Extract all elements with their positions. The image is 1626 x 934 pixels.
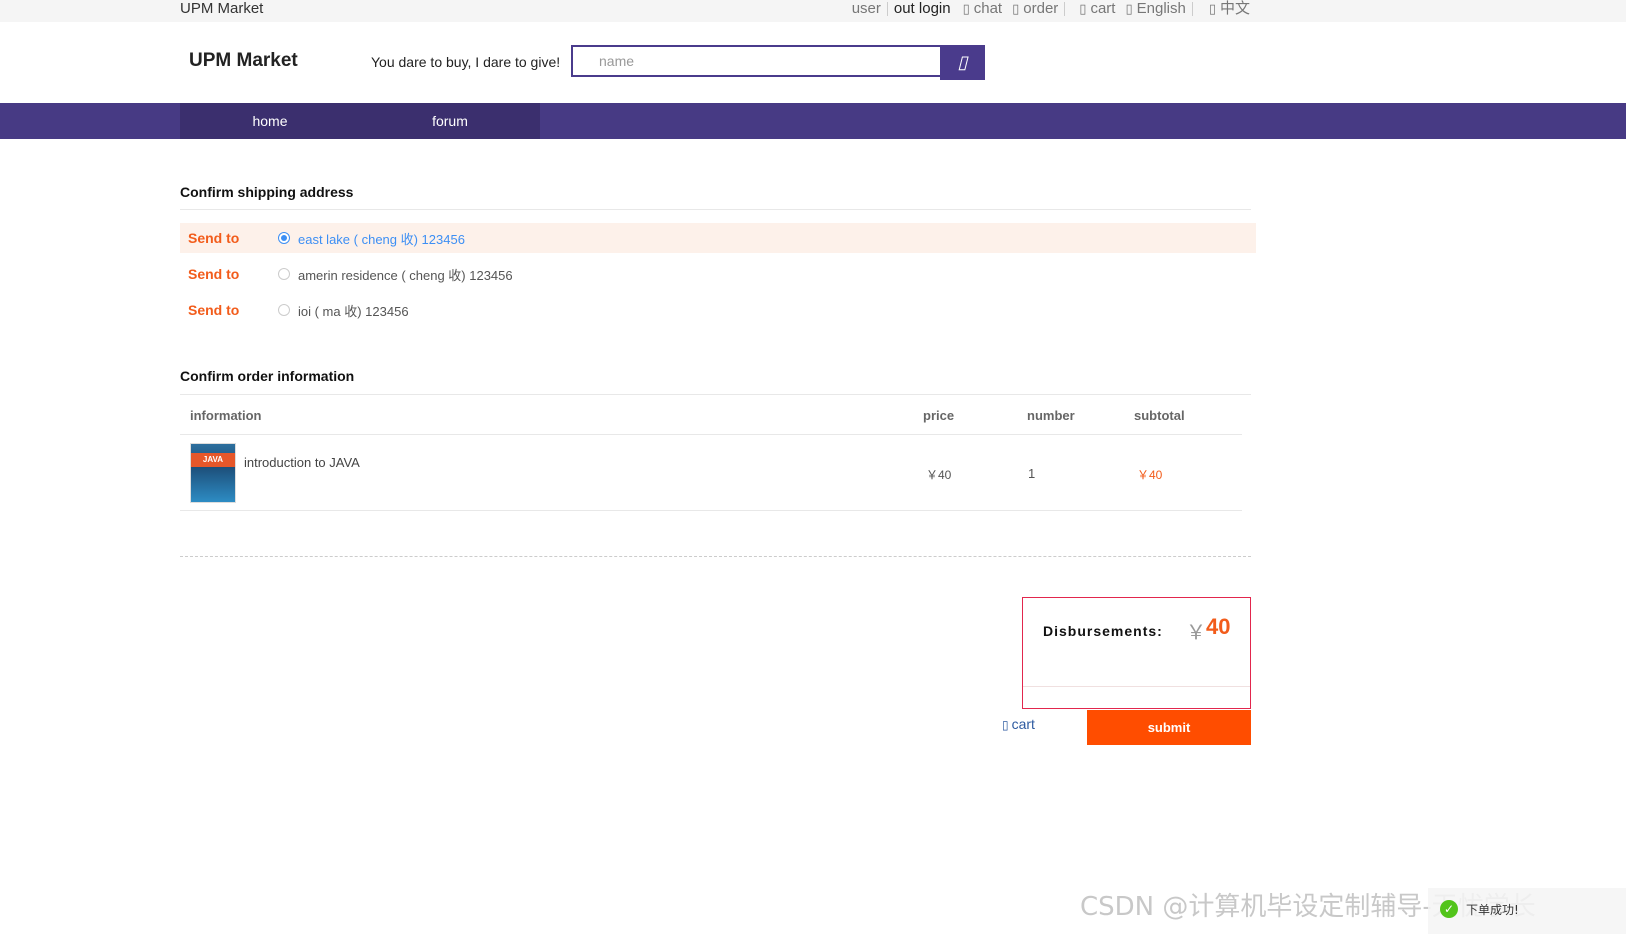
product-cover-title: JAVA: [191, 453, 235, 467]
address-radio[interactable]: [278, 232, 290, 244]
chat-icon: ▯: [962, 1, 970, 16]
cart-icon: ▯: [1002, 718, 1009, 732]
divider: [886, 2, 888, 16]
currency-symbol: ￥: [1186, 622, 1206, 644]
main-nav: home forum: [0, 103, 1626, 139]
chat-link[interactable]: chat: [974, 0, 1002, 18]
address-option[interactable]: Send to east lake ( cheng 收) 123456: [180, 223, 1256, 253]
product-image[interactable]: JAVA: [190, 443, 236, 503]
order-icon: ▯: [1012, 1, 1020, 16]
address-text: amerin residence ( cheng 收) 123456: [298, 267, 513, 283]
send-to-label: Send to: [188, 266, 240, 282]
product-quantity: 1: [1028, 466, 1036, 481]
header: UPM Market You dare to buy, I dare to gi…: [0, 22, 1626, 103]
column-header-price: price: [923, 408, 955, 423]
nav-item-forum[interactable]: forum: [360, 103, 540, 139]
back-to-cart-label: cart: [1011, 716, 1035, 732]
send-to-label: Send to: [188, 302, 240, 318]
nav-item-home[interactable]: home: [180, 103, 360, 139]
search-input[interactable]: [571, 45, 941, 77]
cart-link[interactable]: cart: [1090, 0, 1115, 18]
address-option[interactable]: Send to amerin residence ( cheng 收) 1234…: [180, 259, 1256, 289]
product-name[interactable]: introduction to JAVA: [244, 455, 360, 470]
total-amount: 40: [1206, 614, 1231, 639]
divider: [1064, 2, 1066, 16]
logout-link[interactable]: out login: [894, 0, 951, 18]
column-header-number: number: [1027, 408, 1075, 423]
language-icon: ▯: [1208, 1, 1216, 16]
divider: [180, 209, 1251, 210]
top-bar: UPM Market user out login ▯ chat ▯ order…: [0, 0, 1626, 22]
disbursements-label: Disbursements:: [1043, 623, 1163, 639]
payment-summary: Disbursements: ￥ 40: [1022, 597, 1251, 709]
top-site-name: UPM Market: [180, 0, 264, 17]
column-header-subtotal: subtotal: [1134, 408, 1185, 423]
send-to-label: Send to: [188, 230, 240, 246]
top-links: user out login ▯ chat ▯ order ▯ cart ▯ E…: [852, 0, 1250, 18]
order-section-title: Confirm order information: [180, 368, 355, 384]
product-subtotal: ￥40: [1137, 468, 1163, 482]
slogan: You dare to buy, I dare to give!: [371, 54, 561, 70]
address-option[interactable]: Send to ioi ( ma 收) 123456: [180, 295, 1256, 325]
address-radio[interactable]: [278, 304, 290, 316]
divider: [180, 434, 1242, 435]
column-header-information: information: [190, 408, 262, 423]
product-price: ￥40: [926, 468, 952, 482]
back-to-cart-link[interactable]: ▯ cart: [1002, 716, 1035, 732]
address-text: ioi ( ma 收) 123456: [298, 303, 409, 319]
toast-message: 下单成功!: [1466, 903, 1519, 917]
success-toast: ✓ 下单成功!: [1428, 888, 1626, 934]
language-icon: ▯: [1125, 1, 1133, 16]
search-button[interactable]: ▯: [940, 45, 985, 80]
divider: [180, 394, 1251, 395]
divider: [1191, 2, 1193, 16]
logo[interactable]: UPM Market: [189, 50, 298, 72]
order-table-header: information price number subtotal: [180, 404, 1242, 432]
order-link[interactable]: order: [1023, 0, 1058, 18]
dashed-divider: [180, 556, 1251, 557]
english-link[interactable]: English: [1137, 0, 1186, 18]
check-icon: ✓: [1440, 900, 1458, 918]
shipping-section-title: Confirm shipping address: [180, 184, 354, 200]
address-text: east lake ( cheng 收) 123456: [298, 231, 465, 247]
search-icon: ▯: [957, 52, 968, 72]
chinese-link[interactable]: 中文: [1220, 0, 1250, 18]
user-link[interactable]: user: [852, 0, 881, 18]
nav-menu: home forum: [180, 103, 540, 139]
cart-icon: ▯: [1079, 1, 1087, 16]
divider: [1023, 686, 1250, 687]
table-row: JAVA introduction to JAVA ￥40 1 ￥40: [180, 443, 1242, 509]
divider: [180, 510, 1242, 511]
address-radio[interactable]: [278, 268, 290, 280]
submit-button[interactable]: submit: [1087, 710, 1251, 745]
